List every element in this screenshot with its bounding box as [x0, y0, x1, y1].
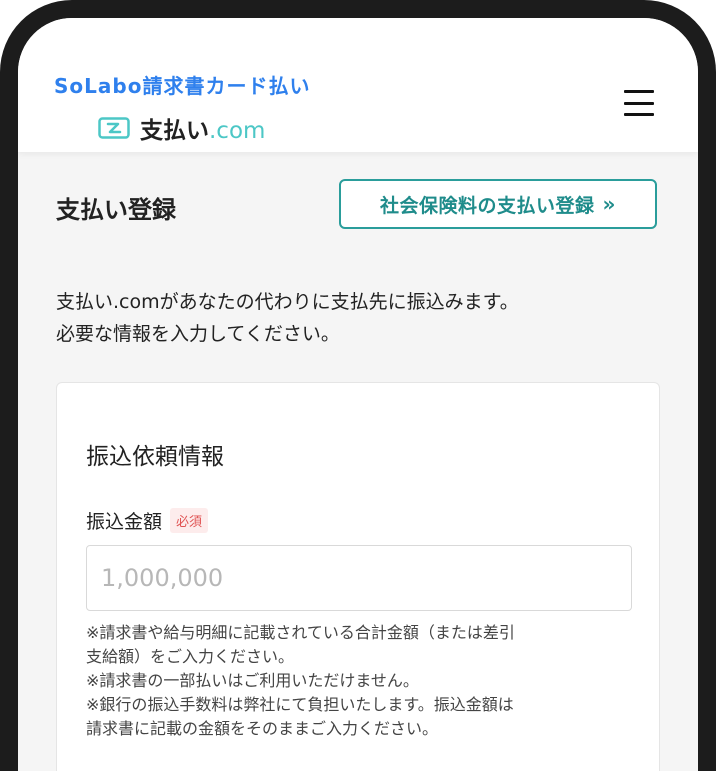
site-header: SoLabo請求書カード払い 支払い.com [18, 18, 698, 152]
social-button-label: 社会保険料の支払い登録 [380, 194, 595, 217]
required-badge: 必須 [170, 508, 209, 533]
intro-line: 支払い.comがあなたの代わりに支払先に振込みます。 [56, 291, 519, 313]
logo-main: 支払い [140, 118, 209, 144]
transfer-request-card: 振込依頼情報 振込金額 必須 ※請求書や給与明細に記載されている合計金額（または… [56, 382, 660, 771]
brand-title[interactable]: SoLabo請求書カード払い [54, 70, 310, 99]
menu-bar [624, 90, 654, 93]
site-logo[interactable]: 支払い.com [98, 111, 265, 145]
intro-text: 支払い.comがあなたの代わりに支払先に振込みます。 必要な情報を入力してくださ… [56, 286, 656, 350]
hamburger-menu-icon[interactable] [624, 90, 654, 116]
card-icon [98, 117, 130, 139]
amount-field-label: 振込金額 必須 [86, 507, 209, 534]
menu-bar [624, 113, 654, 116]
note-line: ※銀行の振込手数料は弊社にて負担いたします。振込金額は [86, 695, 514, 714]
section-title: 振込依頼情報 [86, 444, 224, 470]
phone-frame: SoLabo請求書カード払い 支払い.com 支払い登録 社会保険料の支払い登録… [0, 0, 716, 771]
note-line: 請求書に記載の金額をそのままご入力ください。 [86, 719, 439, 738]
logo-text: 支払い.com [140, 111, 265, 145]
logo-suffix: .com [209, 118, 266, 144]
note-line: ※請求書や給与明細に記載されている合計金額（または差引 [86, 623, 515, 642]
menu-bar [624, 101, 654, 105]
page-title: 支払い登録 [56, 196, 176, 224]
intro-line: 必要な情報を入力してください。 [56, 323, 340, 345]
amount-notes: ※請求書や給与明細に記載されている合計金額（または差引 支給額）をご入力ください… [86, 621, 646, 741]
note-line: 支給額）をご入力ください。 [86, 647, 295, 666]
amount-label: 振込金額 [86, 511, 163, 533]
note-line: ※請求書の一部払いはご利用いただけません。 [86, 671, 419, 690]
amount-input[interactable] [86, 545, 632, 611]
double-chevron-right-icon: » [602, 192, 616, 216]
social-insurance-register-button[interactable]: 社会保険料の支払い登録 » [339, 179, 657, 229]
